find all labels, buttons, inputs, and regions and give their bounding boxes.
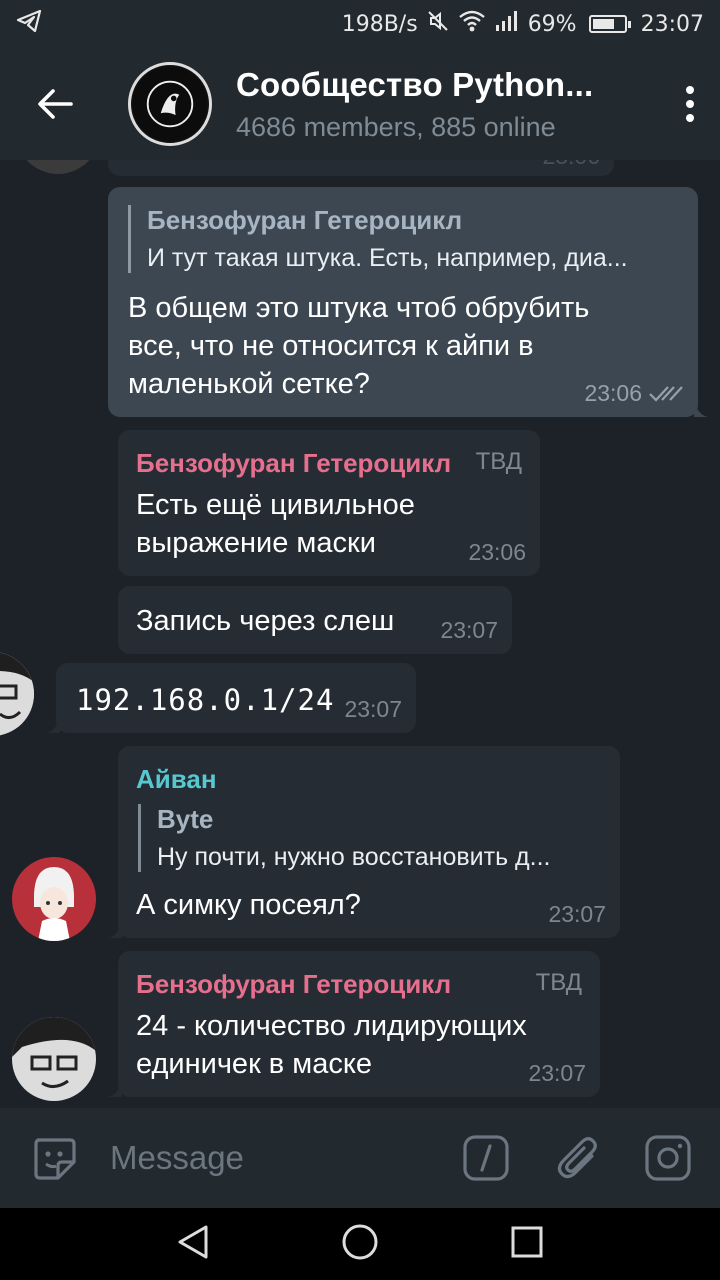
message-text-line: все, что не относится к айпи в [128, 330, 534, 362]
battery-percent: 69% [527, 11, 577, 37]
sender-tag: ТВД [535, 969, 582, 996]
reply-text: И тут такая штука. Есть, например, диа..… [147, 244, 628, 272]
user-avatar[interactable] [0, 652, 34, 736]
bubble-tail [46, 717, 60, 733]
message-bubble[interactable]: Бензофуран Гетероцикл ТВД 24 - количеств… [118, 951, 600, 1097]
emoji-button[interactable] [22, 1126, 86, 1190]
message-bubble[interactable]: Запись через слеш 23:07 [118, 586, 512, 654]
bubble-tail [108, 1081, 122, 1097]
slash-command-icon [463, 1135, 509, 1181]
reply-sender: Byte [157, 804, 214, 834]
status-bar: 198B/s 69% 23:07 [0, 0, 720, 48]
message-time: 23:06 [542, 160, 600, 170]
message-text: 24 - количество лидирующих единичек в ма… [136, 1007, 527, 1083]
message-text-line: В общем это штука чтоб обрубить [128, 292, 590, 324]
avatar-art [0, 652, 34, 736]
status-time: 23:07 [640, 11, 704, 37]
message-text-line: 24 - количество лидирующих [136, 1010, 527, 1042]
back-button[interactable] [0, 48, 110, 160]
message-time: 23:07 [528, 1060, 586, 1086]
message-text: 192.168.0.1/24 [76, 683, 335, 717]
camera-icon [645, 1135, 691, 1181]
square-recents-icon [511, 1226, 543, 1257]
sticker-icon [34, 1138, 76, 1180]
message-time: 23:06 [584, 380, 642, 406]
message-bubble[interactable]: 192.168.0.1/24 23:07 [56, 663, 416, 733]
message-time: 23:07 [344, 696, 402, 722]
sender-name[interactable]: Айван [136, 764, 217, 795]
network-speed: 198B/s [341, 11, 418, 37]
user-avatar[interactable] [12, 857, 96, 941]
message-time: 23:07 [440, 617, 498, 643]
nav-home-button[interactable] [341, 1223, 379, 1266]
message-bubble-outgoing[interactable]: Бензофуран Гетероцикл И тут такая штука.… [108, 187, 698, 417]
signal-icon [494, 9, 520, 39]
message-text: Запись через слеш [136, 605, 395, 637]
menu-dot [686, 114, 694, 122]
more-menu-button[interactable] [660, 48, 720, 160]
battery-icon [588, 15, 631, 33]
bubble-tail [694, 401, 708, 417]
double-check-icon [649, 386, 683, 402]
message-bubble[interactable]: Айван Byte Ну почти, нужно восстановить … [118, 746, 620, 938]
user-avatar[interactable] [12, 1017, 96, 1101]
group-avatar[interactable] [128, 62, 212, 146]
message-text-line: единичек в маске [136, 1048, 372, 1080]
camera-button[interactable] [636, 1126, 700, 1190]
reply-quote[interactable]: Бензофуран Гетероцикл И тут такая штука.… [128, 205, 680, 273]
avatar-art [12, 1017, 96, 1101]
message-bubble-partial[interactable]: 23:06 [108, 160, 614, 176]
reply-sender: Бензофуран Гетероцикл [147, 205, 463, 235]
menu-dot [686, 86, 694, 94]
attach-button[interactable] [546, 1126, 610, 1190]
chat-header: Сообщество Python... 4686 members, 885 o… [0, 48, 720, 160]
circle-home-icon [342, 1224, 378, 1259]
bubble-tail [108, 922, 122, 938]
message-text-line: Есть ещё цивильное [136, 489, 415, 521]
message-bubble[interactable]: Бензофуран Гетероцикл ТВД Есть ещё цивил… [118, 430, 540, 576]
triangle-back-icon [178, 1225, 208, 1258]
message-text-line: маленькой сетке? [128, 368, 370, 400]
battery-level [592, 19, 614, 29]
sender-name[interactable]: Бензофуран Гетероцикл [136, 448, 451, 479]
group-logo [132, 66, 208, 142]
message-time: 23:07 [548, 901, 606, 927]
message-time: 23:06 [468, 539, 526, 565]
reply-text: Ну почти, нужно восстановить д... [157, 843, 551, 871]
avatar-art [12, 857, 96, 941]
arrow-left-icon [38, 89, 73, 119]
telegram-icon [16, 9, 42, 39]
message-text: В общем это штука чтоб обрубить все, что… [128, 289, 589, 403]
chat-title[interactable]: Сообщество Python... [236, 66, 660, 104]
nav-back-button[interactable] [176, 1224, 210, 1265]
reply-quote[interactable]: Byte Ну почти, нужно восстановить д... [138, 804, 600, 872]
user-avatar[interactable] [16, 160, 100, 174]
paperclip-icon [557, 1137, 597, 1179]
message-text-line: выражение маски [136, 527, 376, 559]
message-text: Есть ещё цивильное выражение маски [136, 486, 415, 562]
system-navigation-bar [0, 1208, 720, 1280]
message-list[interactable]: 23:06 Бензофуран Гетероцикл И тут такая … [0, 160, 720, 1108]
sender-tag: ТВД [475, 448, 522, 475]
chat-subtitle: 4686 members, 885 online [236, 111, 556, 142]
message-text: А симку посеял? [136, 889, 361, 921]
wifi-icon [458, 9, 486, 39]
menu-dot [686, 100, 694, 108]
message-input[interactable]: Message [110, 1139, 454, 1177]
nav-recents-button[interactable] [510, 1225, 544, 1264]
sender-name[interactable]: Бензофуран Гетероцикл [136, 969, 451, 1000]
message-composer: Message [0, 1108, 720, 1208]
mute-icon [426, 9, 450, 39]
bot-command-button[interactable] [454, 1126, 518, 1190]
